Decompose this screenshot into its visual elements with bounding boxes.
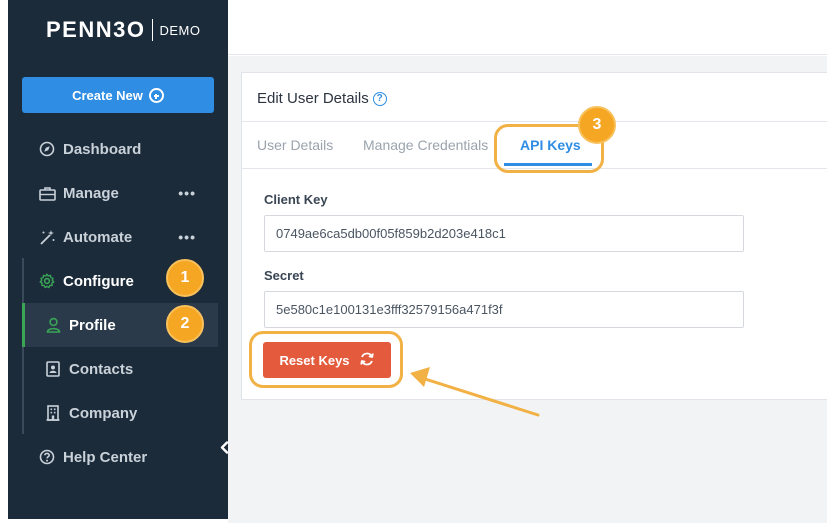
sidebar-item-company[interactable]: Company — [8, 393, 228, 433]
sidebar-item-contacts[interactable]: Contacts — [8, 349, 228, 389]
create-new-label: Create New — [72, 87, 143, 103]
sidebar-item-label: Profile — [69, 316, 116, 334]
sidebar-item-dashboard[interactable]: Dashboard — [8, 129, 228, 169]
help-circle-icon — [38, 448, 56, 466]
card-title: Edit User Details ? — [257, 90, 387, 107]
sidebar-item-label: Manage — [63, 184, 119, 202]
more-options-icon[interactable]: ••• — [178, 229, 196, 245]
briefcase-icon — [38, 184, 56, 202]
logo-demo-label: DEMO — [159, 22, 201, 38]
step-badge-2: 2 — [166, 305, 204, 343]
secret-field[interactable] — [264, 291, 744, 328]
more-options-icon[interactable]: ••• — [178, 185, 196, 201]
sidebar-item-label: Dashboard — [63, 140, 142, 158]
sidebar-item-automate[interactable]: Automate ••• — [8, 217, 228, 257]
sidebar-item-label: Automate — [63, 228, 133, 246]
active-tab-underline — [504, 163, 592, 166]
divider — [242, 121, 827, 122]
reset-keys-label: Reset Keys — [279, 352, 350, 368]
create-new-button[interactable]: Create New — [22, 77, 214, 113]
top-bar — [228, 0, 827, 55]
client-key-label: Client Key — [264, 192, 328, 207]
step-badge-1: 1 — [166, 259, 204, 297]
client-key-field[interactable] — [264, 215, 744, 252]
logo-separator — [152, 19, 154, 41]
tab-manage-credentials[interactable]: Manage Credentials — [363, 137, 488, 153]
user-icon — [44, 316, 62, 334]
contact-card-icon — [44, 360, 62, 378]
step-badge-3: 3 — [578, 106, 616, 144]
plus-circle-icon — [148, 87, 164, 103]
compass-icon — [38, 140, 56, 158]
arrow-annotation — [410, 367, 540, 417]
magic-wand-icon — [38, 228, 56, 246]
sidebar-item-help-center[interactable]: Help Center — [8, 437, 228, 477]
sidebar-item-label: Contacts — [69, 360, 134, 378]
sidebar-item-label: Company — [69, 404, 138, 422]
help-icon[interactable]: ? — [372, 91, 387, 106]
refresh-icon — [359, 351, 375, 370]
tab-api-keys[interactable]: API Keys — [520, 137, 581, 153]
divider — [242, 168, 827, 169]
secret-label: Secret — [264, 268, 304, 283]
card-title-text: Edit User Details — [257, 90, 369, 107]
gear-icon — [38, 272, 56, 290]
reset-keys-button[interactable]: Reset Keys — [263, 342, 391, 378]
sidebar-item-label: Configure — [63, 272, 134, 290]
sidebar-item-label: Help Center — [63, 448, 148, 466]
logo[interactable]: PENN3O DEMO — [46, 17, 200, 43]
building-icon — [44, 404, 62, 422]
sidebar: PENN3O DEMO Create New Dashboard Manage … — [8, 0, 228, 519]
app-root: PENN3O DEMO Create New Dashboard Manage … — [0, 0, 827, 523]
sidebar-item-manage[interactable]: Manage ••• — [8, 173, 228, 213]
logo-wordmark: PENN3O — [46, 17, 146, 42]
tab-user-details[interactable]: User Details — [257, 137, 333, 153]
